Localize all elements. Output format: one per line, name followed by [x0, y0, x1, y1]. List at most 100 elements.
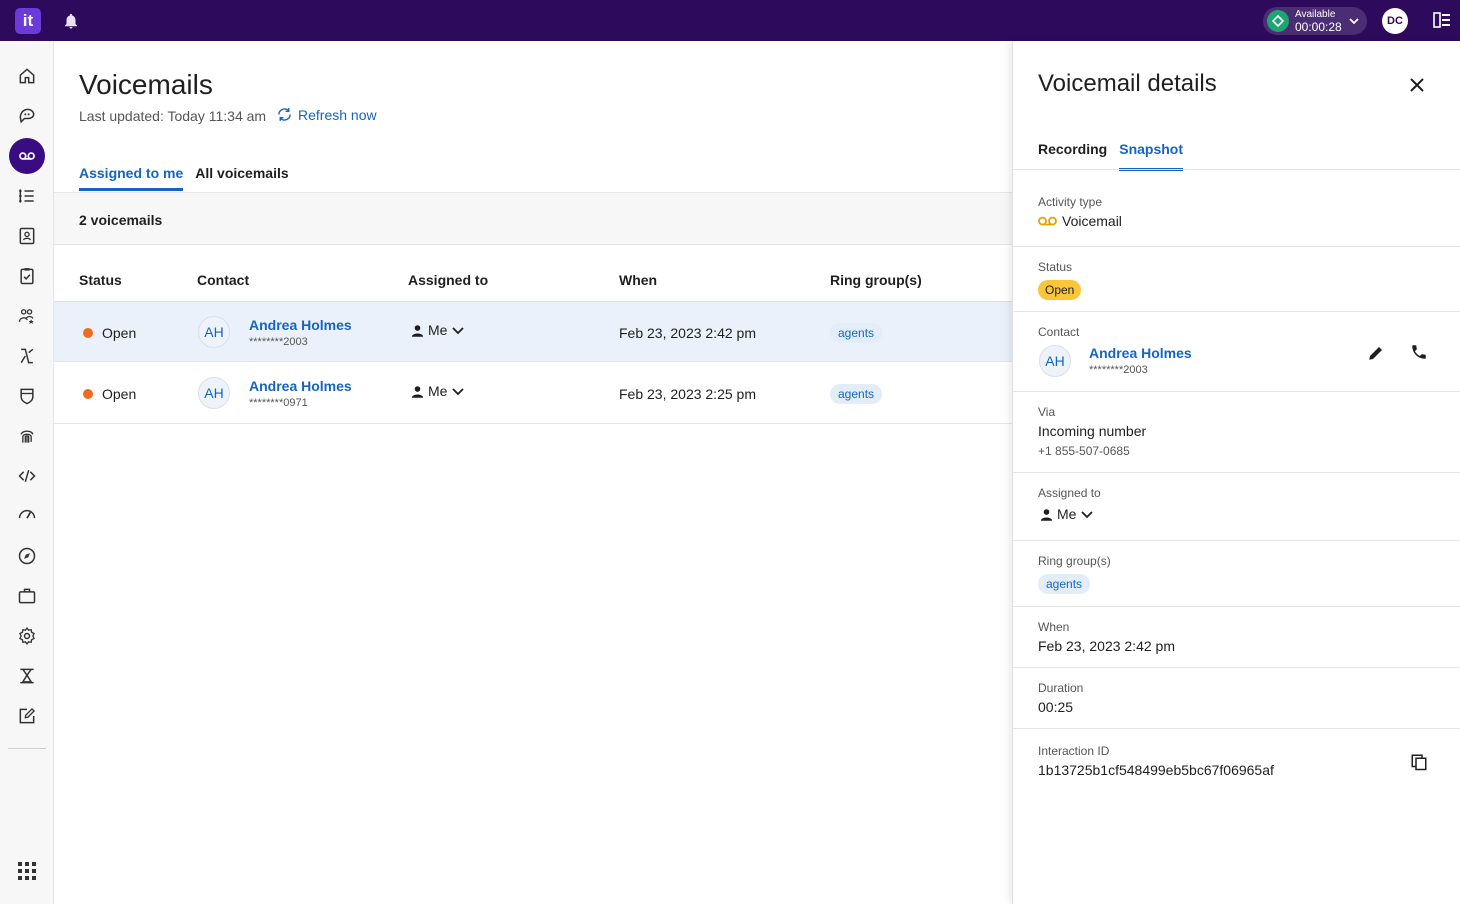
- sidebar-item-settings[interactable]: [9, 618, 45, 654]
- when-value: Feb 23, 2023 2:42 pm: [1038, 638, 1175, 654]
- voicemail-icon: [1038, 216, 1057, 226]
- duration-label: Duration: [1038, 681, 1084, 695]
- sidebar-item-edit[interactable]: [9, 698, 45, 734]
- sidebar-item-tasks[interactable]: [9, 258, 45, 294]
- app-logo[interactable]: it: [15, 8, 41, 34]
- sidebar-item-list[interactable]: [9, 178, 45, 214]
- sidebar-item-identity[interactable]: [9, 418, 45, 454]
- sidebar-item-explore[interactable]: [9, 538, 45, 574]
- gear-icon: [19, 626, 35, 646]
- available-icon: [1267, 10, 1289, 32]
- table-row[interactable]: Open AH Andrea Holmes ********2003 Me Fe…: [54, 301, 1012, 362]
- sidebar-item-routing[interactable]: [9, 338, 45, 374]
- bell-icon[interactable]: [62, 12, 80, 30]
- user-avatar[interactable]: DC: [1382, 8, 1408, 34]
- contact-name-link[interactable]: Andrea Holmes: [1089, 345, 1192, 361]
- assigned-to-value: Me: [1057, 506, 1077, 522]
- phone-icon[interactable]: [1410, 343, 1428, 361]
- refresh-icon: [278, 108, 291, 121]
- assigned-to-dropdown[interactable]: Me: [410, 322, 466, 338]
- status-dot: [83, 328, 93, 338]
- ring-group-chip: agents: [1038, 574, 1091, 594]
- chevron-down-icon: [452, 327, 465, 335]
- copy-icon[interactable]: [1410, 753, 1428, 771]
- when-cell: Feb 23, 2023 2:42 pm: [619, 325, 756, 341]
- via-label: Via: [1038, 405, 1056, 419]
- activity-type-value: Voicemail: [1062, 213, 1122, 229]
- presence-label: Available: [1295, 8, 1336, 20]
- contact-section: Contact AH Andrea Holmes ********2003: [1013, 312, 1460, 392]
- presence-status-button[interactable]: Available 00:00:28: [1263, 7, 1367, 35]
- contact-name-link[interactable]: Andrea Holmes: [249, 378, 352, 394]
- chevron-down-icon: [1349, 18, 1359, 25]
- tab-recording[interactable]: Recording: [1038, 141, 1107, 171]
- chevron-down-icon: [452, 388, 465, 396]
- sidebar-item-security[interactable]: [9, 378, 45, 414]
- status-text: Open: [102, 386, 137, 402]
- main-content: Voicemails Last updated: Today 11:34 am …: [54, 41, 1012, 904]
- contact-name-link[interactable]: Andrea Holmes: [249, 317, 352, 333]
- person-icon: [1040, 508, 1053, 521]
- contact-label: Contact: [1038, 325, 1080, 339]
- via-value: Incoming number: [1038, 423, 1147, 439]
- sidebar-item-contacts[interactable]: [9, 218, 45, 254]
- assigned-to-dropdown[interactable]: Me: [1039, 506, 1095, 522]
- page-title: Voicemails: [79, 69, 213, 100]
- tab-assigned-to-me[interactable]: Assigned to me: [79, 165, 184, 191]
- contact-number: ********2003: [249, 336, 308, 348]
- sidebar-divider: [8, 748, 46, 749]
- apps-grid-icon[interactable]: [18, 862, 36, 880]
- column-header-ring-groups[interactable]: Ring group(s): [830, 272, 922, 288]
- contact-avatar: AH: [198, 377, 230, 409]
- sidebar-item-voicemail[interactable]: [9, 138, 45, 174]
- via-section: Via Incoming number +1 855-507-0685: [1013, 392, 1460, 473]
- when-cell: Feb 23, 2023 2:25 pm: [619, 386, 756, 402]
- contact-number: ********0971: [249, 397, 308, 409]
- interaction-id-value: 1b13725b1cf548499eb5bc67f06965af: [1038, 762, 1274, 778]
- team-icon: [18, 309, 34, 324]
- sidebar-item-developer[interactable]: [9, 458, 45, 494]
- tab-snapshot[interactable]: Snapshot: [1119, 141, 1184, 171]
- column-header-status[interactable]: Status: [79, 272, 122, 288]
- code-icon: [18, 469, 36, 483]
- refresh-now-label: Refresh now: [298, 106, 377, 123]
- ring-groups-label: Ring group(s): [1038, 554, 1111, 568]
- refresh-now-button[interactable]: Refresh now: [276, 106, 377, 123]
- status-cell: Open: [83, 386, 136, 402]
- voicemail-count-bar: 2 voicemails: [54, 192, 1012, 245]
- assigned-section: Assigned to Me: [1013, 473, 1460, 541]
- voicemail-icon: [19, 152, 35, 160]
- sidebar-item-training[interactable]: [9, 658, 45, 694]
- assigned-to-dropdown[interactable]: Me: [410, 383, 466, 399]
- clipboard-check-icon: [20, 268, 34, 285]
- routing-icon: [20, 348, 34, 364]
- duration-section: Duration 00:25: [1013, 668, 1460, 729]
- column-header-assigned[interactable]: Assigned to: [408, 272, 488, 288]
- status-badge: Open: [1038, 280, 1082, 300]
- top-bar: it Available 00:00:28 DC: [0, 0, 1460, 41]
- status-label: Status: [1038, 260, 1073, 274]
- left-sidebar: [0, 41, 54, 904]
- sidebar-item-conversations[interactable]: [9, 98, 45, 134]
- contacts-icon: [19, 227, 35, 245]
- tab-all-voicemails[interactable]: All voicemails: [195, 165, 288, 191]
- via-number: +1 855-507-0685: [1038, 444, 1130, 458]
- status-text: Open: [102, 325, 137, 341]
- chevron-down-icon: [1081, 511, 1094, 519]
- person-icon: [411, 385, 424, 398]
- close-icon[interactable]: [1408, 76, 1426, 94]
- column-header-contact[interactable]: Contact: [197, 272, 249, 288]
- pencil-icon[interactable]: [1367, 344, 1385, 362]
- details-title: Voicemail details: [1038, 70, 1217, 97]
- column-header-when[interactable]: When: [619, 272, 657, 288]
- list-icon: [19, 189, 34, 203]
- panel-toggle-icon[interactable]: [1433, 12, 1451, 28]
- sidebar-item-performance[interactable]: [9, 496, 45, 532]
- sidebar-item-team[interactable]: [9, 298, 45, 334]
- interaction-id-section: Interaction ID 1b13725b1cf548499eb5bc67f…: [1013, 729, 1460, 795]
- table-row[interactable]: Open AH Andrea Holmes ********0971 Me Fe…: [54, 363, 1012, 424]
- sidebar-item-workspace[interactable]: [9, 578, 45, 614]
- details-tabs: Recording Snapshot: [1038, 141, 1195, 171]
- person-icon: [411, 324, 424, 337]
- sidebar-item-home[interactable]: [9, 58, 45, 94]
